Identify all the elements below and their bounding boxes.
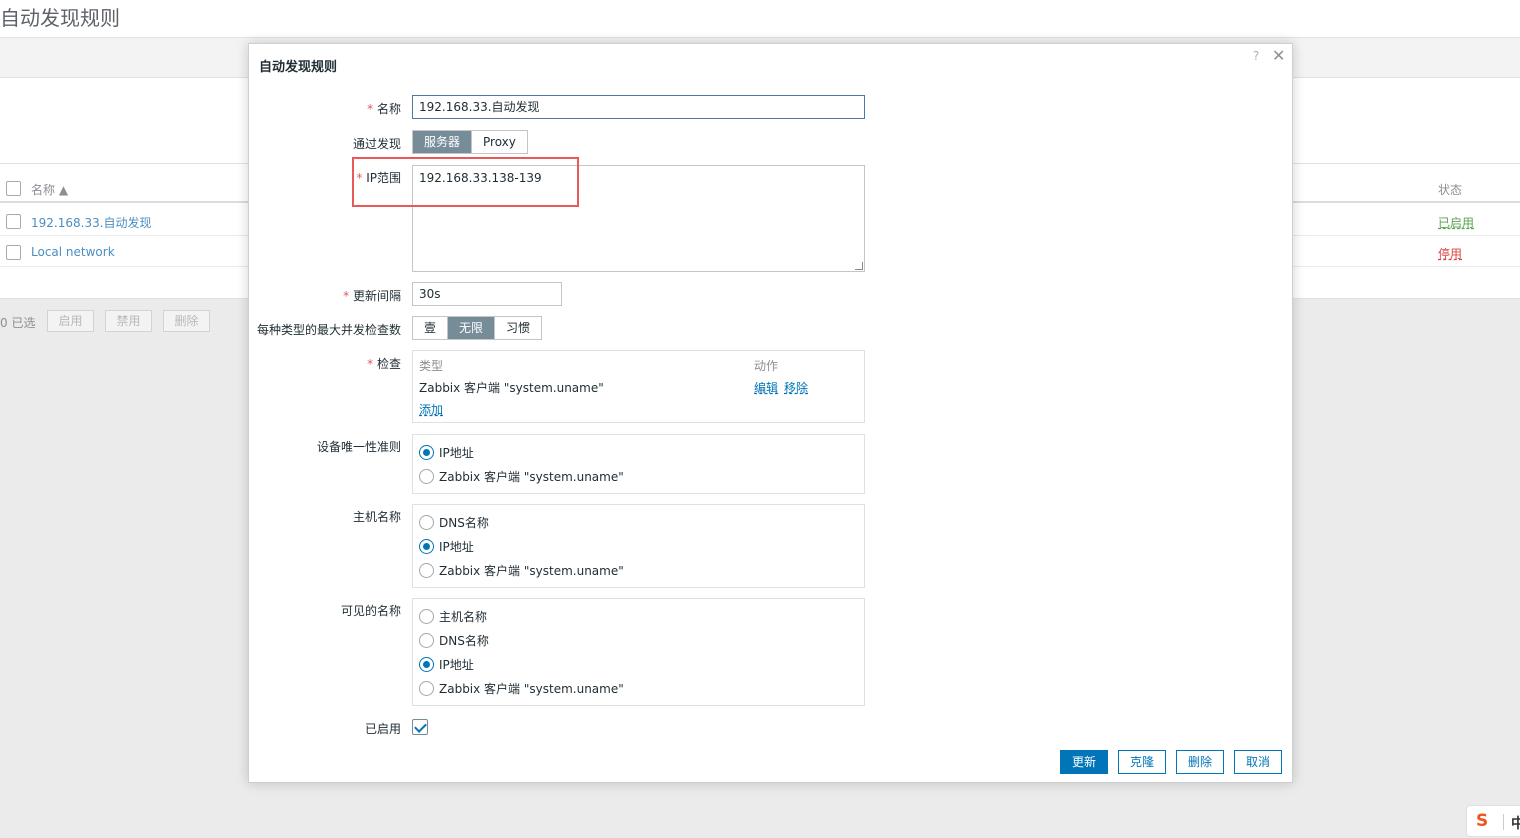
radio-icon[interactable] [419, 680, 434, 696]
uniqueness-radio-group: IP地址 Zabbix 客户端 "system.uname" [412, 434, 865, 494]
concurrency-switch: 壹 无限 习惯 [412, 316, 543, 340]
radio-label: 主机名称 [439, 609, 488, 624]
discovery-by-label: 通过发现 [352, 137, 401, 151]
radio-icon[interactable] [419, 562, 434, 578]
radio-label: Zabbix 客户端 "system.uname" [439, 681, 624, 696]
concurrency-label: 每种类型的最大并发检查数 [256, 323, 401, 337]
checks-action-header: 动作 [754, 359, 779, 373]
name-input[interactable]: 192.168.33.自动发现 [412, 95, 865, 119]
radio-icon[interactable] [419, 608, 434, 624]
enabled-checkbox[interactable] [412, 719, 428, 735]
delete-button[interactable]: 删除 [1176, 750, 1224, 774]
interval-label: 更新间隔 [343, 287, 401, 304]
visiblename-option[interactable]: DNS名称 [419, 631, 489, 649]
radio-label: IP地址 [439, 657, 474, 672]
radio-label: Zabbix 客户端 "system.uname" [439, 469, 624, 484]
radio-selected-icon[interactable] [419, 538, 434, 554]
resize-handle-icon[interactable] [855, 262, 863, 270]
page-header: 自动发现规则 [0, 0, 1520, 37]
enabled-label: 已启用 [364, 722, 401, 736]
bulk-disable-button[interactable]: 禁用 [105, 310, 152, 332]
page-title: 自动发现规则 [0, 6, 120, 30]
row-checkbox[interactable] [6, 214, 21, 229]
radio-icon[interactable] [419, 632, 434, 648]
radio-selected-icon[interactable] [419, 656, 434, 672]
hostname-option[interactable]: Zabbix 客户端 "system.uname" [419, 561, 624, 579]
ime-toolbar[interactable]: S 中 [1466, 805, 1520, 837]
concurrency-custom[interactable]: 习惯 [495, 317, 542, 339]
radio-icon[interactable] [419, 468, 434, 484]
row-checkbox[interactable] [6, 245, 21, 260]
radio-icon[interactable] [419, 514, 434, 530]
uniqueness-label: 设备唯一性准则 [316, 440, 401, 454]
bulk-delete-button[interactable]: 删除 [163, 310, 210, 332]
radio-label: DNS名称 [439, 515, 489, 530]
highlight-annotation-box [352, 157, 579, 207]
ime-logo-icon: S [1476, 811, 1489, 831]
column-status-header: 状态 [1438, 183, 1463, 197]
checks-type-header: 类型 [419, 359, 444, 373]
radio-label: IP地址 [439, 445, 474, 460]
close-icon[interactable]: ✕ [1272, 46, 1285, 65]
uniqueness-option[interactable]: IP地址 [419, 443, 474, 461]
radio-selected-icon[interactable] [419, 444, 434, 460]
status-toggle[interactable]: 已启用 [1438, 214, 1474, 231]
check-remove-link[interactable]: 移除 [784, 379, 808, 396]
radio-label: IP地址 [439, 539, 474, 554]
rule-name-link[interactable]: Local network [31, 245, 115, 259]
hostname-option[interactable]: IP地址 [419, 537, 474, 555]
visiblename-radio-group: 主机名称 DNS名称 IP地址 Zabbix 客户端 "system.uname… [412, 598, 865, 706]
checks-label: 检查 [367, 355, 401, 372]
visiblename-option[interactable]: Zabbix 客户端 "system.uname" [419, 679, 624, 697]
uniqueness-option[interactable]: Zabbix 客户端 "system.uname" [419, 467, 624, 485]
hostname-label: 主机名称 [352, 510, 401, 524]
visiblename-option[interactable]: 主机名称 [419, 607, 487, 625]
hostname-option[interactable]: DNS名称 [419, 513, 489, 531]
name-label: 名称 [367, 100, 401, 117]
selected-count: 0 已选 [0, 316, 36, 330]
concurrency-unlimited[interactable]: 无限 [448, 317, 496, 339]
status-toggle[interactable]: 停用 [1438, 245, 1462, 262]
column-name-header[interactable]: 名称 ▲ [31, 181, 68, 198]
bulk-enable-button[interactable]: 启用 [47, 310, 94, 332]
visiblename-label: 可见的名称 [340, 604, 401, 618]
checks-table: 类型 动作 Zabbix 客户端 "system.uname" 编辑 移除 添加 [412, 350, 865, 423]
radio-label: Zabbix 客户端 "system.uname" [439, 563, 624, 578]
concurrency-one[interactable]: 壹 [413, 317, 449, 339]
visiblename-option[interactable]: IP地址 [419, 655, 474, 673]
cancel-button[interactable]: 取消 [1234, 750, 1282, 774]
interval-input[interactable]: 30s [412, 282, 562, 306]
dialog-title: 自动发现规则 [259, 60, 338, 75]
discovery-by-server[interactable]: 服务器 [413, 131, 473, 153]
rule-name-link[interactable]: 192.168.33.自动发现 [31, 214, 152, 231]
ime-language-indicator[interactable]: 中 [1511, 813, 1520, 833]
check-edit-link[interactable]: 编辑 [754, 379, 778, 396]
help-icon[interactable]: ? [1253, 49, 1259, 63]
radio-label: DNS名称 [439, 633, 489, 648]
discovery-by-proxy[interactable]: Proxy [472, 131, 527, 153]
ime-separator [1503, 814, 1504, 830]
clone-button[interactable]: 克隆 [1118, 750, 1166, 774]
discovery-by-switch: 服务器 Proxy [412, 130, 528, 154]
update-button[interactable]: 更新 [1060, 750, 1108, 774]
hostname-radio-group: DNS名称 IP地址 Zabbix 客户端 "system.uname" [412, 504, 865, 588]
discovery-rule-dialog: 自动发现规则 ? ✕ 名称 192.168.33.自动发现 通过发现 服务器 P… [248, 43, 1293, 783]
check-add-link[interactable]: 添加 [419, 401, 443, 418]
check-type-value: Zabbix 客户端 "system.uname" [419, 381, 604, 395]
select-all-checkbox[interactable] [6, 181, 21, 196]
